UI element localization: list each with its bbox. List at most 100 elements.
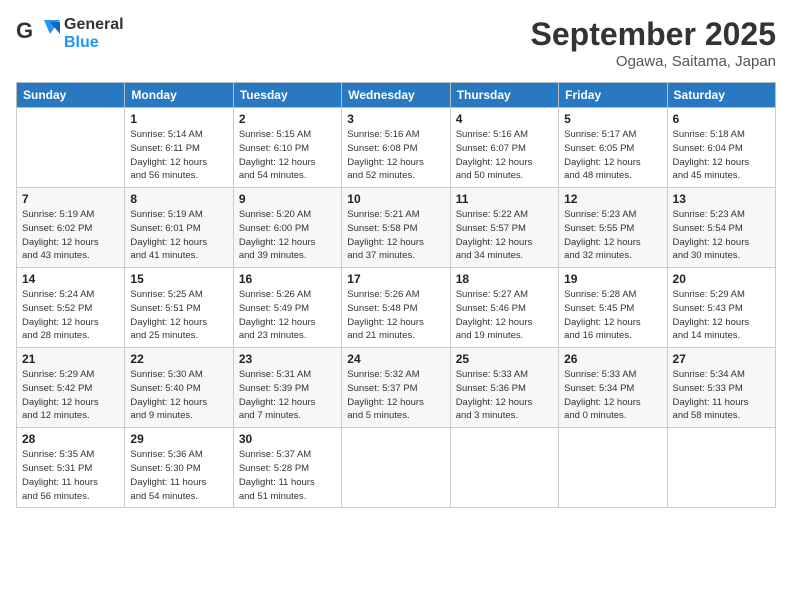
day-number: 12 [564, 192, 661, 206]
day-info: Sunrise: 5:17 AMSunset: 6:05 PMDaylight:… [564, 128, 661, 183]
svg-text:G: G [16, 18, 33, 43]
day-info: Sunrise: 5:22 AMSunset: 5:57 PMDaylight:… [456, 208, 553, 263]
day-info: Sunrise: 5:16 AMSunset: 6:07 PMDaylight:… [456, 128, 553, 183]
calendar-week-row: 21 Sunrise: 5:29 AMSunset: 5:42 PMDayligh… [17, 348, 776, 428]
calendar-day-cell: 17 Sunrise: 5:26 AMSunset: 5:48 PMDayligh… [342, 268, 450, 348]
day-info: Sunrise: 5:19 AMSunset: 6:02 PMDaylight:… [22, 208, 119, 263]
day-number: 24 [347, 352, 444, 366]
calendar-day-cell: 22Sunrise: 5:30 AMSunset: 5:40 PMDayligh… [125, 348, 233, 428]
day-number: 26 [564, 352, 661, 366]
calendar-day-cell: 4 Sunrise: 5:16 AMSunset: 6:07 PMDaylight… [450, 108, 558, 188]
calendar-day-cell [667, 428, 775, 508]
calendar-day-cell: 1 Sunrise: 5:14 AMSunset: 6:11 PMDaylight… [125, 108, 233, 188]
calendar-day-cell: 27 Sunrise: 5:34 AMSunset: 5:33 PMDayligh… [667, 348, 775, 428]
day-number: 17 [347, 272, 444, 286]
day-number: 27 [673, 352, 770, 366]
day-info: Sunrise: 5:33 AMSunset: 5:36 PMDaylight:… [456, 368, 553, 423]
day-info: Sunrise: 5:21 AMSunset: 5:58 PMDaylight:… [347, 208, 444, 263]
calendar-day-cell: 2 Sunrise: 5:15 AMSunset: 6:10 PMDaylight… [233, 108, 341, 188]
logo-blue: Blue [64, 34, 124, 52]
logo-icon: G [16, 16, 60, 52]
day-number: 10 [347, 192, 444, 206]
day-info: Sunrise: 5:28 AMSunset: 5:45 PMDaylight:… [564, 288, 661, 343]
calendar-day-cell [17, 108, 125, 188]
day-info: Sunrise: 5:34 AMSunset: 5:33 PMDaylight:… [673, 368, 770, 423]
calendar-week-row: 1 Sunrise: 5:14 AMSunset: 6:11 PMDaylight… [17, 108, 776, 188]
day-info: Sunrise: 5:15 AMSunset: 6:10 PMDaylight:… [239, 128, 336, 183]
day-number: 13 [673, 192, 770, 206]
day-number: 23 [239, 352, 336, 366]
calendar-day-cell: 16 Sunrise: 5:26 AMSunset: 5:49 PMDayligh… [233, 268, 341, 348]
calendar-day-cell: 6 Sunrise: 5:18 AMSunset: 6:04 PMDaylight… [667, 108, 775, 188]
calendar-day-cell: 5 Sunrise: 5:17 AMSunset: 6:05 PMDaylight… [559, 108, 667, 188]
calendar-day-cell: 19 Sunrise: 5:28 AMSunset: 5:45 PMDayligh… [559, 268, 667, 348]
day-of-week-header: Tuesday [233, 83, 341, 108]
calendar-day-cell: 18Sunrise: 5:27 AMSunset: 5:46 PMDayligh… [450, 268, 558, 348]
calendar-day-cell: 20Sunrise: 5:29 AMSunset: 5:43 PMDayligh… [667, 268, 775, 348]
day-number: 29 [130, 432, 227, 446]
calendar-table: SundayMondayTuesdayWednesdayThursdayFrid… [16, 82, 776, 508]
day-number: 21 [22, 352, 119, 366]
calendar-day-cell: 3 Sunrise: 5:16 AMSunset: 6:08 PMDaylight… [342, 108, 450, 188]
day-of-week-header: Wednesday [342, 83, 450, 108]
day-info: Sunrise: 5:19 AMSunset: 6:01 PMDaylight:… [130, 208, 227, 263]
day-info: Sunrise: 5:23 AMSunset: 5:55 PMDaylight:… [564, 208, 661, 263]
day-info: Sunrise: 5:36 AMSunset: 5:30 PMDaylight:… [130, 448, 227, 503]
calendar-week-row: 28 Sunrise: 5:35 AMSunset: 5:31 PMDayligh… [17, 428, 776, 508]
day-of-week-header: Friday [559, 83, 667, 108]
day-number: 19 [564, 272, 661, 286]
calendar-day-cell: 23 Sunrise: 5:31 AMSunset: 5:39 PMDayligh… [233, 348, 341, 428]
logo-general: General [64, 16, 124, 34]
logo-text: General Blue [64, 16, 124, 51]
day-info: Sunrise: 5:16 AMSunset: 6:08 PMDaylight:… [347, 128, 444, 183]
calendar-day-cell: 21 Sunrise: 5:29 AMSunset: 5:42 PMDayligh… [17, 348, 125, 428]
day-of-week-header: Saturday [667, 83, 775, 108]
day-number: 16 [239, 272, 336, 286]
day-number: 5 [564, 112, 661, 126]
day-info: Sunrise: 5:27 AMSunset: 5:46 PMDaylight:… [456, 288, 553, 343]
calendar-day-cell [342, 428, 450, 508]
day-info: Sunrise: 5:26 AMSunset: 5:49 PMDaylight:… [239, 288, 336, 343]
day-info: Sunrise: 5:37 AMSunset: 5:28 PMDaylight:… [239, 448, 336, 503]
calendar-day-cell: 12 Sunrise: 5:23 AMSunset: 5:55 PMDayligh… [559, 188, 667, 268]
calendar-day-cell: 28 Sunrise: 5:35 AMSunset: 5:31 PMDayligh… [17, 428, 125, 508]
day-info: Sunrise: 5:18 AMSunset: 6:04 PMDaylight:… [673, 128, 770, 183]
calendar-day-cell: 24Sunrise: 5:32 AMSunset: 5:37 PMDayligh… [342, 348, 450, 428]
location-subtitle: Ogawa, Saitama, Japan [531, 53, 776, 70]
day-number: 9 [239, 192, 336, 206]
day-number: 3 [347, 112, 444, 126]
calendar-day-cell: 15Sunrise: 5:25 AMSunset: 5:51 PMDayligh… [125, 268, 233, 348]
day-info: Sunrise: 5:14 AMSunset: 6:11 PMDaylight:… [130, 128, 227, 183]
day-number: 2 [239, 112, 336, 126]
day-number: 30 [239, 432, 336, 446]
day-info: Sunrise: 5:35 AMSunset: 5:31 PMDaylight:… [22, 448, 119, 503]
day-info: Sunrise: 5:24 AMSunset: 5:52 PMDaylight:… [22, 288, 119, 343]
day-of-week-header: Sunday [17, 83, 125, 108]
day-info: Sunrise: 5:23 AMSunset: 5:54 PMDaylight:… [673, 208, 770, 263]
day-number: 22 [130, 352, 227, 366]
day-number: 25 [456, 352, 553, 366]
day-info: Sunrise: 5:31 AMSunset: 5:39 PMDaylight:… [239, 368, 336, 423]
day-number: 28 [22, 432, 119, 446]
day-number: 1 [130, 112, 227, 126]
calendar-day-cell: 10 Sunrise: 5:21 AMSunset: 5:58 PMDayligh… [342, 188, 450, 268]
calendar-day-cell [559, 428, 667, 508]
day-number: 4 [456, 112, 553, 126]
day-number: 11 [456, 192, 553, 206]
day-number: 6 [673, 112, 770, 126]
day-info: Sunrise: 5:26 AMSunset: 5:48 PMDaylight:… [347, 288, 444, 343]
calendar-header-row: SundayMondayTuesdayWednesdayThursdayFrid… [17, 83, 776, 108]
day-number: 20 [673, 272, 770, 286]
day-number: 7 [22, 192, 119, 206]
calendar-day-cell: 29 Sunrise: 5:36 AMSunset: 5:30 PMDayligh… [125, 428, 233, 508]
logo: G General Blue [16, 16, 124, 52]
day-of-week-header: Thursday [450, 83, 558, 108]
calendar-day-cell: 25 Sunrise: 5:33 AMSunset: 5:36 PMDayligh… [450, 348, 558, 428]
calendar-day-cell: 7 Sunrise: 5:19 AMSunset: 6:02 PMDaylight… [17, 188, 125, 268]
day-info: Sunrise: 5:33 AMSunset: 5:34 PMDaylight:… [564, 368, 661, 423]
day-number: 8 [130, 192, 227, 206]
day-info: Sunrise: 5:29 AMSunset: 5:42 PMDaylight:… [22, 368, 119, 423]
calendar-day-cell [450, 428, 558, 508]
day-info: Sunrise: 5:25 AMSunset: 5:51 PMDaylight:… [130, 288, 227, 343]
day-of-week-header: Monday [125, 83, 233, 108]
